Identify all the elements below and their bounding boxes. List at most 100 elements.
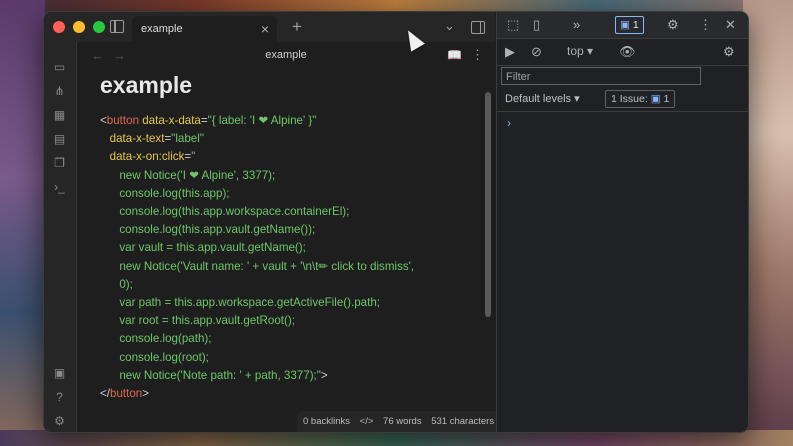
code-token: data-x-data bbox=[139, 114, 201, 127]
vault-icon[interactable]: ▣ bbox=[52, 366, 67, 381]
terminal-icon[interactable]: ›_ bbox=[52, 180, 67, 195]
note-heading: example bbox=[100, 72, 193, 98]
code-token: new Notice('I ❤ Alpine', 3377); bbox=[100, 168, 276, 182]
code-token: > bbox=[142, 387, 150, 401]
code-line: new Notice('Vault name: ' + vault + '\n\… bbox=[100, 258, 414, 276]
code-token: console.log(this.app.workspace.container… bbox=[100, 205, 350, 219]
code-token: = bbox=[200, 114, 208, 127]
code-token: data-x-on:click bbox=[100, 150, 185, 164]
settings-gear-icon[interactable]: ⚙ bbox=[52, 414, 67, 429]
code-line: data-x-text="label" bbox=[100, 130, 414, 148]
title-bar: example × + ⌄ bbox=[44, 12, 495, 42]
issue-label: 1 Issue: bbox=[611, 93, 648, 105]
code-line: console.log(this.app.vault.getName()); bbox=[100, 221, 414, 239]
copy-icon[interactable]: ❐ bbox=[52, 156, 67, 171]
word-count: 76 words bbox=[383, 416, 422, 427]
more-options-icon[interactable]: ⋮ bbox=[471, 47, 484, 63]
code-line: new Notice('Note path: ' + path, 3377);"… bbox=[100, 367, 414, 385]
backlinks-count[interactable]: 0 backlinks bbox=[303, 416, 350, 427]
code-line: console.log(this.app); bbox=[100, 185, 414, 203]
code-icon[interactable]: </> bbox=[360, 416, 374, 427]
code-token: button bbox=[106, 114, 140, 127]
console-settings-icon[interactable]: ⚙ bbox=[723, 44, 735, 60]
sidebar-toggle-icon[interactable]: ▶ bbox=[505, 44, 515, 60]
tab-example[interactable]: example × bbox=[132, 16, 277, 42]
tab-title: example bbox=[141, 23, 183, 35]
code-line: var vault = this.app.vault.getName(); bbox=[100, 239, 414, 257]
device-toggle-icon[interactable]: ▯ bbox=[533, 17, 540, 33]
devtools-close-icon[interactable]: ✕ bbox=[725, 17, 736, 33]
graph-icon[interactable]: ⋔ bbox=[52, 84, 67, 99]
log-levels-bar: Default levels ▾ 1 Issue: ▣ 1 bbox=[497, 88, 748, 112]
code-token: > bbox=[320, 368, 328, 382]
code-line: 0); bbox=[100, 276, 414, 294]
code-token: button bbox=[110, 387, 143, 401]
devtools-pane: ⬚ ▯ » ▣ 1 ⚙ ⋮ ✕ ▶ ⊘ top ▾ 👁 ⚙ Filter Def… bbox=[496, 12, 748, 432]
code-token: </ bbox=[100, 387, 110, 401]
code-token: "{ label: 'I ❤ Alpine' }" bbox=[207, 114, 317, 127]
code-token: new Notice('Note path: ' + path, 3377);" bbox=[100, 368, 321, 382]
code-token: " bbox=[191, 150, 196, 164]
code-line: var path = this.app.workspace.getActiveF… bbox=[100, 294, 414, 312]
right-sidebar-toggle-icon[interactable] bbox=[471, 21, 485, 34]
view-header: ← → example 📖 ⋮ bbox=[77, 42, 495, 70]
status-bar: 0 backlinks </> 76 words 531 characters bbox=[297, 411, 508, 432]
maximize-window-button[interactable] bbox=[93, 21, 105, 33]
desktop-background-right bbox=[743, 0, 793, 446]
note-content: example <button data-x-data="{ label: 'I… bbox=[100, 70, 480, 400]
devtools-settings-icon[interactable]: ⚙ bbox=[667, 17, 679, 33]
character-count: 531 characters bbox=[431, 416, 495, 427]
desktop-background-left bbox=[0, 0, 45, 446]
left-sidebar-toggle-icon[interactable] bbox=[110, 20, 124, 33]
code-token: data-x-text bbox=[100, 132, 165, 146]
new-tab-button[interactable]: + bbox=[292, 17, 302, 37]
issues-count: 1 bbox=[632, 19, 639, 31]
scrollbar[interactable] bbox=[485, 92, 491, 317]
code-block: <button data-x-data="{ label: 'I ❤ Alpin… bbox=[100, 112, 414, 403]
default-levels-dropdown[interactable]: Default levels ▾ bbox=[505, 92, 580, 105]
issue-number: 1 bbox=[663, 93, 670, 105]
clear-console-icon[interactable]: ⊘ bbox=[531, 44, 542, 60]
files-icon[interactable]: ▭ bbox=[52, 60, 67, 75]
code-line: data-x-on:click=" bbox=[100, 148, 414, 166]
close-window-button[interactable] bbox=[53, 21, 65, 33]
code-line: console.log(this.app.workspace.container… bbox=[100, 203, 414, 221]
issues-badge[interactable]: ▣ 1 bbox=[615, 16, 644, 34]
view-title[interactable]: example bbox=[77, 49, 495, 61]
code-token: console.log(this.app.vault.getName()); bbox=[100, 223, 316, 237]
code-token: < bbox=[100, 114, 107, 127]
console-prompt[interactable]: › bbox=[507, 116, 511, 130]
code-line: var root = this.app.vault.getRoot(); bbox=[100, 312, 414, 330]
code-line: console.log(root); bbox=[100, 349, 414, 367]
code-token: 0); bbox=[100, 277, 133, 291]
code-token: var path = this.app.workspace.getActiveF… bbox=[100, 296, 380, 310]
code-line: <button data-x-data="{ label: 'I ❤ Alpin… bbox=[100, 112, 414, 130]
inspect-element-icon[interactable]: ⬚ bbox=[507, 17, 519, 33]
canvas-icon[interactable]: ▦ bbox=[52, 108, 67, 123]
code-token: console.log(path); bbox=[100, 332, 212, 346]
code-token: new Notice('Vault name: ' + vault + '\n\… bbox=[100, 259, 415, 273]
code-token: console.log(this.app); bbox=[100, 186, 230, 200]
devtools-toolbar: ⬚ ▯ » ▣ 1 ⚙ ⋮ ✕ bbox=[497, 12, 748, 39]
live-expression-eye-icon[interactable]: 👁 bbox=[619, 44, 636, 60]
ribbon: ▭ ⋔ ▦ ▤ ❐ ›_ ▣ ? ⚙ bbox=[44, 42, 77, 432]
tab-list-chevron-icon[interactable]: ⌄ bbox=[444, 18, 455, 34]
filter-input[interactable]: Filter bbox=[501, 67, 701, 85]
code-token: "label" bbox=[171, 132, 204, 146]
devtools-more-icon[interactable]: ⋮ bbox=[699, 17, 712, 33]
calendar-icon[interactable]: ▤ bbox=[52, 132, 67, 147]
more-tabs-icon[interactable]: » bbox=[573, 17, 580, 32]
code-line: new Notice('I ❤ Alpine', 3377); bbox=[100, 167, 414, 185]
minimize-window-button[interactable] bbox=[73, 21, 85, 33]
code-line: </button> bbox=[100, 385, 414, 403]
help-icon[interactable]: ? bbox=[52, 390, 67, 405]
reading-view-icon[interactable]: 📖 bbox=[447, 48, 462, 62]
tab-close-icon[interactable]: × bbox=[261, 16, 269, 42]
code-token: console.log(root); bbox=[100, 350, 209, 364]
console-toolbar: ▶ ⊘ top ▾ 👁 ⚙ bbox=[497, 39, 748, 66]
obsidian-pane: example × + ⌄ ▭ ⋔ ▦ ▤ ❐ ›_ ▣ ? ⚙ ← → exa… bbox=[44, 12, 508, 432]
context-select[interactable]: top ▾ bbox=[567, 44, 593, 58]
issue-counter-button[interactable]: 1 Issue: ▣ 1 bbox=[605, 90, 676, 108]
issue-message-icon: ▣ bbox=[650, 93, 661, 105]
code-token: var root = this.app.vault.getRoot(); bbox=[100, 314, 295, 328]
